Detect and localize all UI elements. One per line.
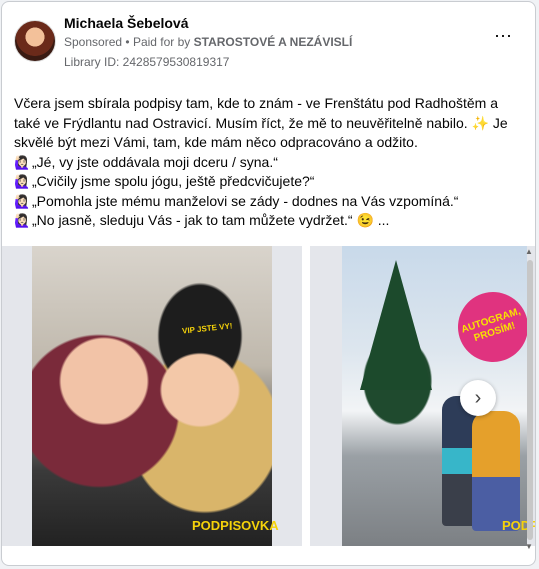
post-main-text: Včera jsem sbírala podpisy tam, kde to z… — [14, 95, 508, 150]
payer-name: STAROSTOVÉ A NEZÁVISLÍ — [193, 35, 353, 49]
quote-line: 🙋🏻‍♀️ „Pomohla jste mému manželovi se zád… — [14, 192, 524, 212]
post-text: Včera jsem sbírala podpisy tam, kde to z… — [14, 94, 524, 231]
scrollbar-thumb[interactable] — [527, 260, 533, 540]
scroll-down-icon[interactable]: ▼ — [525, 542, 533, 551]
carousel-slide[interactable]: AUTOGRAM, PROSÍM! PODPI — [310, 246, 535, 546]
author-name[interactable]: Michaela Šebelová — [64, 14, 352, 32]
next-arrow-icon[interactable]: › — [460, 380, 496, 416]
avatar[interactable] — [14, 20, 56, 62]
ad-card: Michaela Šebelová Sponsored • Paid for b… — [1, 1, 536, 566]
quote-line: 🙋🏻‍♀️ „Cvičily jsme spolu jógu, ještě pře… — [14, 172, 524, 192]
child-figure — [472, 411, 520, 531]
library-id: Library ID: 2428579530819317 — [64, 55, 230, 69]
post-meta: Michaela Šebelová Sponsored • Paid for b… — [64, 14, 352, 70]
more-options-icon[interactable]: ⋯ — [494, 27, 513, 45]
paid-for-label: Paid for by — [132, 35, 191, 49]
hat-text: VIP JSTE VY! — [181, 321, 233, 336]
post-header: Michaela Šebelová Sponsored • Paid for b… — [14, 14, 523, 70]
quote-line: 🙋🏻‍♀️ „No jasně, sleduju Vás - jak to tam… — [14, 211, 524, 231]
sponsored-label: Sponsored — [64, 35, 123, 49]
carousel-slide[interactable]: VIP JSTE VY! PODPISOVKA — [2, 246, 302, 546]
christmas-tree — [360, 260, 432, 390]
image-carousel: VIP JSTE VY! PODPISOVKA AUTOGRAM, PROSÍM… — [2, 246, 535, 546]
raising-hand-icon: 🙋🏻‍♀️ — [14, 213, 31, 228]
selfie-photo: VIP JSTE VY! PODPISOVKA — [32, 246, 279, 546]
photo-caption: PODPISOVKA — [192, 518, 279, 533]
autogram-badge: AUTOGRAM, PROSÍM! — [448, 282, 535, 372]
raising-hand-icon: 🙋🏻‍♀️ — [14, 193, 31, 209]
raising-hand-icon: 🙋🏻‍♀️ — [14, 154, 31, 170]
town-square-photo: AUTOGRAM, PROSÍM! PODPI — [342, 246, 535, 546]
quote-line: 🙋🏻‍♀️ „Jé, vy jste oddávala moji dceru / … — [14, 153, 524, 173]
raising-hand-icon: 🙋🏻‍♀️ — [14, 174, 31, 189]
scroll-up-icon[interactable]: ▲ — [525, 247, 533, 256]
sponsored-line: Sponsored • Paid for by STAROSTOVÉ A NEZ… — [64, 35, 353, 49]
